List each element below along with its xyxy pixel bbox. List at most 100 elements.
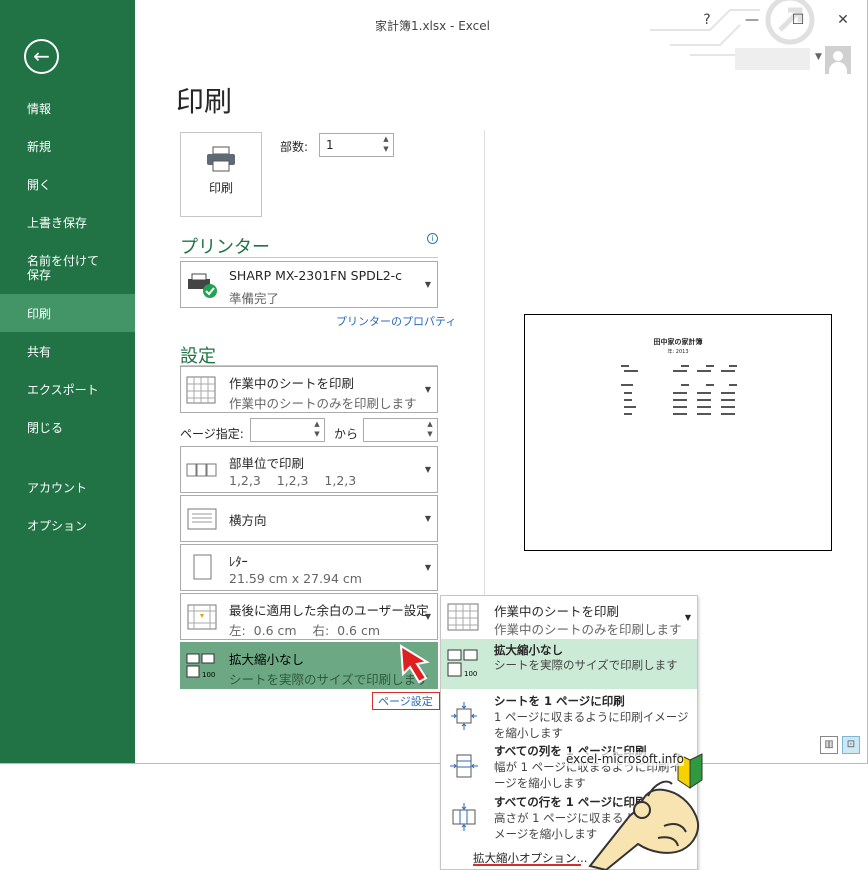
sidebar-item-print[interactable]: 印刷 xyxy=(0,294,135,332)
no-scaling-icon: 100 xyxy=(186,653,215,679)
pages-to-stepper[interactable]: ▲ ▼ xyxy=(363,418,438,442)
collate-title: 部単位で印刷 xyxy=(229,456,305,471)
sidebar-item-label: 情報 xyxy=(27,101,52,116)
sidebar-item-export[interactable]: エクスポート xyxy=(0,371,135,407)
print-preview: 田中家の家計簿 年: 2013 xyxy=(524,314,832,551)
margins-dropdown[interactable]: 最後に適用した余白のユーザー設定 左: 0.6 cm 右: 0.6 cm ▼ xyxy=(180,593,438,640)
fit-rows-icon xyxy=(452,803,476,831)
collate-dropdown[interactable]: 部単位で印刷 1,2,3 1,2,3 1,2,3 ▼ xyxy=(180,446,438,493)
paper-title: ﾚﾀｰ xyxy=(229,554,248,569)
chevron-down-icon: ▼ xyxy=(424,385,431,394)
copies-label: 部数: xyxy=(280,140,309,154)
collate-icon xyxy=(186,463,217,477)
pages-label: ページ指定: xyxy=(180,427,244,441)
print-button[interactable]: 印刷 xyxy=(180,132,262,217)
red-arrow-cursor-icon xyxy=(399,644,430,684)
chevron-down-icon[interactable]: ▼ xyxy=(815,52,822,62)
menu-item-title: 拡大縮小なし xyxy=(494,643,563,657)
scaling-title: 拡大縮小なし xyxy=(229,652,305,667)
sheet-grid-icon xyxy=(447,603,479,631)
printer-section-title: プリンター xyxy=(180,237,270,258)
print-what-dropdown[interactable]: 作業中のシートを印刷 作業中のシートのみを印刷します ▼ xyxy=(180,366,438,413)
printer-properties-link[interactable]: プリンターのプロパティ xyxy=(336,313,456,329)
sidebar-item-options[interactable]: オプション xyxy=(0,507,135,543)
zoom-to-page-button[interactable]: ⊡ xyxy=(842,736,860,754)
stepper-arrows-icon[interactable]: ▲ ▼ xyxy=(379,134,393,156)
sidebar-item-info[interactable]: 情報 xyxy=(0,90,135,126)
chevron-down-icon: ▼ xyxy=(684,613,691,622)
back-arrow-icon[interactable]: ← xyxy=(24,39,59,74)
avatar[interactable] xyxy=(825,46,851,74)
minimize-button[interactable]: — xyxy=(737,12,767,28)
printer-status: 準備完了 xyxy=(229,291,280,306)
menu-item-desc: 1 ページに収まるように印刷イメージを縮小します xyxy=(494,710,689,740)
chevron-down-icon: ▼ xyxy=(424,612,431,621)
margins-icon xyxy=(187,604,217,630)
menu-item-no-scaling[interactable]: 100 拡大縮小なし シートを実際のサイズで印刷します xyxy=(441,639,697,689)
pointing-hand-icon xyxy=(588,780,700,870)
copies-value: 1 xyxy=(326,138,334,152)
preview-subtitle: 年: 2013 xyxy=(667,349,689,355)
sidebar-item-open[interactable]: 開く xyxy=(0,166,135,202)
preview-table-icon xyxy=(621,365,737,415)
svg-text:100: 100 xyxy=(202,671,215,679)
info-icon[interactable]: i xyxy=(427,233,438,244)
maximize-button[interactable]: ☐ xyxy=(783,12,813,28)
print-button-label: 印刷 xyxy=(208,181,233,195)
sidebar-item-new[interactable]: 新規 xyxy=(0,128,135,164)
orientation-dropdown[interactable]: 横方向 ▼ xyxy=(180,495,438,542)
sidebar-item-label: 共有 xyxy=(27,344,52,359)
menu-header-desc: 作業中のシートのみを印刷します xyxy=(494,622,682,637)
printer-icon xyxy=(207,146,235,172)
sidebar-item-label: 名前を付けて 保存 xyxy=(27,254,100,282)
chevron-down-icon: ▼ xyxy=(424,280,431,289)
margins-desc: 左: 0.6 cm 右: 0.6 cm xyxy=(229,623,381,638)
sidebar-item-account[interactable]: アカウント xyxy=(0,469,135,505)
printer-ready-icon xyxy=(188,273,217,298)
menu-item-fit-sheet[interactable]: シートを 1 ページに印刷 1 ページに収まるように印刷イメージを縮小します xyxy=(441,691,697,741)
pages-from-stepper[interactable]: ▲ ▼ xyxy=(250,418,325,442)
printer-dropdown[interactable]: SHARP MX-2301FN SPDL2-c 準備完了 ▼ xyxy=(180,261,438,308)
preview-title: 田中家の家計簿 xyxy=(653,338,703,346)
sidebar-item-share[interactable]: 共有 xyxy=(0,333,135,369)
copies-stepper[interactable]: 1 ▲ ▼ xyxy=(319,133,394,157)
divider xyxy=(180,257,438,258)
sidebar-item-label: 開く xyxy=(27,177,52,192)
stepper-arrows-icon[interactable]: ▲ ▼ xyxy=(423,419,437,441)
paper-desc: 21.59 cm x 27.94 cm xyxy=(229,571,362,586)
paper-size-dropdown[interactable]: ﾚﾀｰ 21.59 cm x 27.94 cm ▼ xyxy=(180,544,438,591)
page-setup-highlight xyxy=(372,692,440,710)
print-what-title: 作業中のシートを印刷 xyxy=(229,376,355,391)
print-what-desc: 作業中のシートのみを印刷します xyxy=(229,396,417,411)
printer-name: SHARP MX-2301FN SPDL2-c xyxy=(229,268,403,283)
sidebar-item-label: アカウント xyxy=(27,480,88,495)
menu-header-title: 作業中のシートを印刷 xyxy=(494,604,620,619)
landscape-page-icon xyxy=(187,508,217,530)
sidebar-item-close[interactable]: 閉じる xyxy=(0,409,135,445)
window-border xyxy=(0,763,868,764)
svg-text:100: 100 xyxy=(464,670,477,678)
chevron-down-icon: ▼ xyxy=(424,465,431,474)
show-margins-button[interactable]: ▥ xyxy=(820,736,838,754)
chevron-down-icon: ▼ xyxy=(424,563,431,572)
fit-sheet-icon xyxy=(451,702,477,730)
menu-item-desc: シートを実際のサイズで印刷します xyxy=(494,658,678,672)
backstage-sidebar: ← 情報 新規 開く 上書き保存 名前を付けて 保存 印刷 共有 エクスポート … xyxy=(0,0,135,763)
chevron-down-icon: ▼ xyxy=(424,514,431,523)
no-scaling-icon: 100 xyxy=(447,649,478,678)
sidebar-item-label: 印刷 xyxy=(27,306,52,321)
close-button[interactable]: ✕ xyxy=(828,12,858,28)
page-icon xyxy=(193,554,212,580)
help-button[interactable]: ? xyxy=(692,12,722,28)
sidebar-item-label: 新規 xyxy=(27,139,52,154)
fit-columns-icon xyxy=(450,754,478,778)
menu-item-title: シートを 1 ページに印刷 xyxy=(494,694,625,708)
sidebar-item-save-as[interactable]: 名前を付けて 保存 xyxy=(0,245,135,291)
margins-title: 最後に適用した余白のユーザー設定 xyxy=(229,603,429,618)
scaling-menu-header[interactable]: 作業中のシートを印刷 作業中のシートのみを印刷します ▼ xyxy=(441,596,697,638)
page-title: 印刷 xyxy=(176,85,233,118)
user-name[interactable] xyxy=(735,48,810,70)
stepper-arrows-icon[interactable]: ▲ ▼ xyxy=(310,419,324,441)
sidebar-item-save[interactable]: 上書き保存 xyxy=(0,204,135,240)
orientation-title: 横方向 xyxy=(229,513,267,528)
